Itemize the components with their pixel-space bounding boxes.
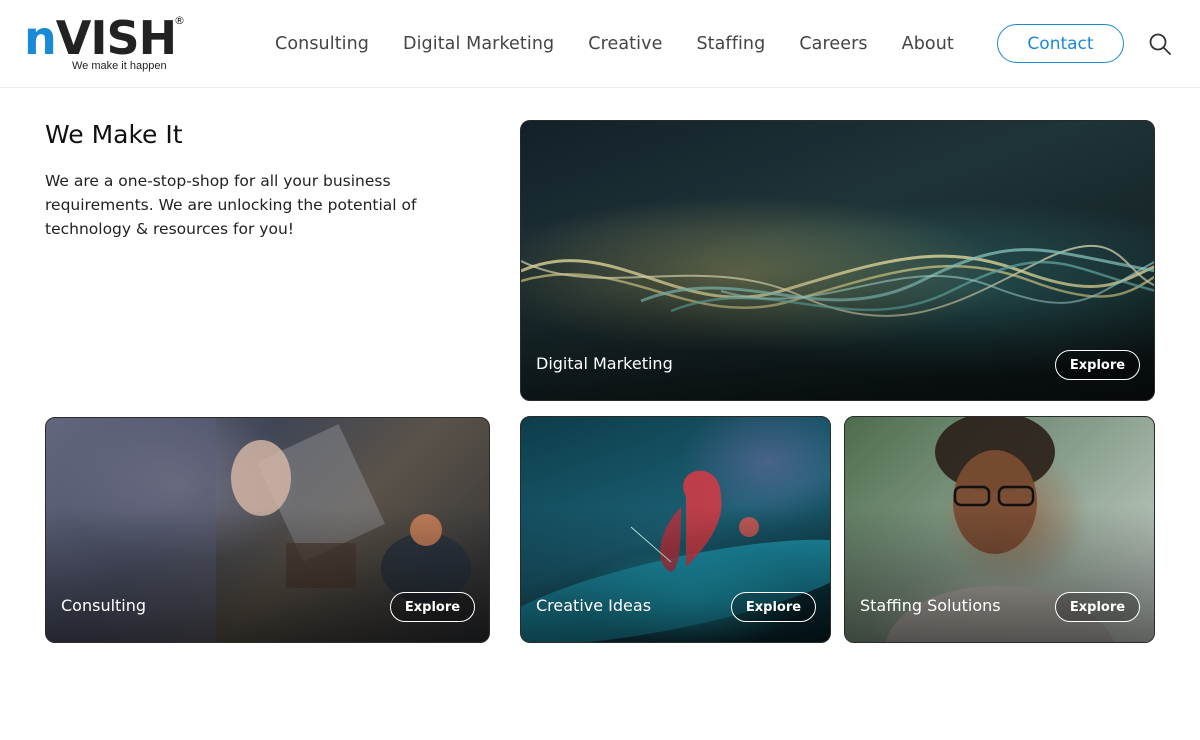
card-digital-marketing[interactable]: Digital Marketing Explore <box>520 120 1155 401</box>
search-icon[interactable] <box>1148 32 1172 56</box>
logo-mark-rest: VISH <box>55 11 177 65</box>
page-title: We Make It <box>45 120 183 149</box>
card-title: Creative Ideas <box>536 596 652 615</box>
logo-wordmark: nVISH <box>24 11 177 65</box>
card-consulting[interactable]: Consulting Explore <box>45 417 490 643</box>
card-title: Digital Marketing <box>536 354 673 373</box>
intro-description: We are a one-stop-shop for all your busi… <box>45 172 417 238</box>
logo-tagline: We make it happen <box>72 60 167 72</box>
nav-digital-marketing[interactable]: Digital Marketing <box>403 34 554 54</box>
contact-button[interactable]: Contact <box>997 24 1124 63</box>
explore-button[interactable]: Explore <box>1055 592 1140 622</box>
card-title: Staffing Solutions <box>860 596 1001 615</box>
explore-button[interactable]: Explore <box>731 592 816 622</box>
explore-button[interactable]: Explore <box>1055 350 1140 380</box>
site-header: nVISH ® We make it happen Consulting Dig… <box>0 0 1200 88</box>
main-nav: Consulting Digital Marketing Creative St… <box>258 28 971 60</box>
explore-button[interactable]: Explore <box>390 592 475 622</box>
nav-creative[interactable]: Creative <box>588 34 662 54</box>
card-title: Consulting <box>61 596 147 615</box>
nav-staffing[interactable]: Staffing <box>696 34 765 54</box>
nav-careers[interactable]: Careers <box>799 34 867 54</box>
logo-mark-n: n <box>24 11 57 65</box>
nvish-logo[interactable]: nVISH ® We make it happen <box>24 14 189 76</box>
nav-consulting[interactable]: Consulting <box>275 34 369 54</box>
card-creative-ideas[interactable]: Creative Ideas Explore <box>520 416 831 643</box>
card-staffing-solutions[interactable]: Staffing Solutions Explore <box>844 416 1155 643</box>
registered-mark: ® <box>174 14 185 27</box>
nav-about[interactable]: About <box>902 34 954 54</box>
